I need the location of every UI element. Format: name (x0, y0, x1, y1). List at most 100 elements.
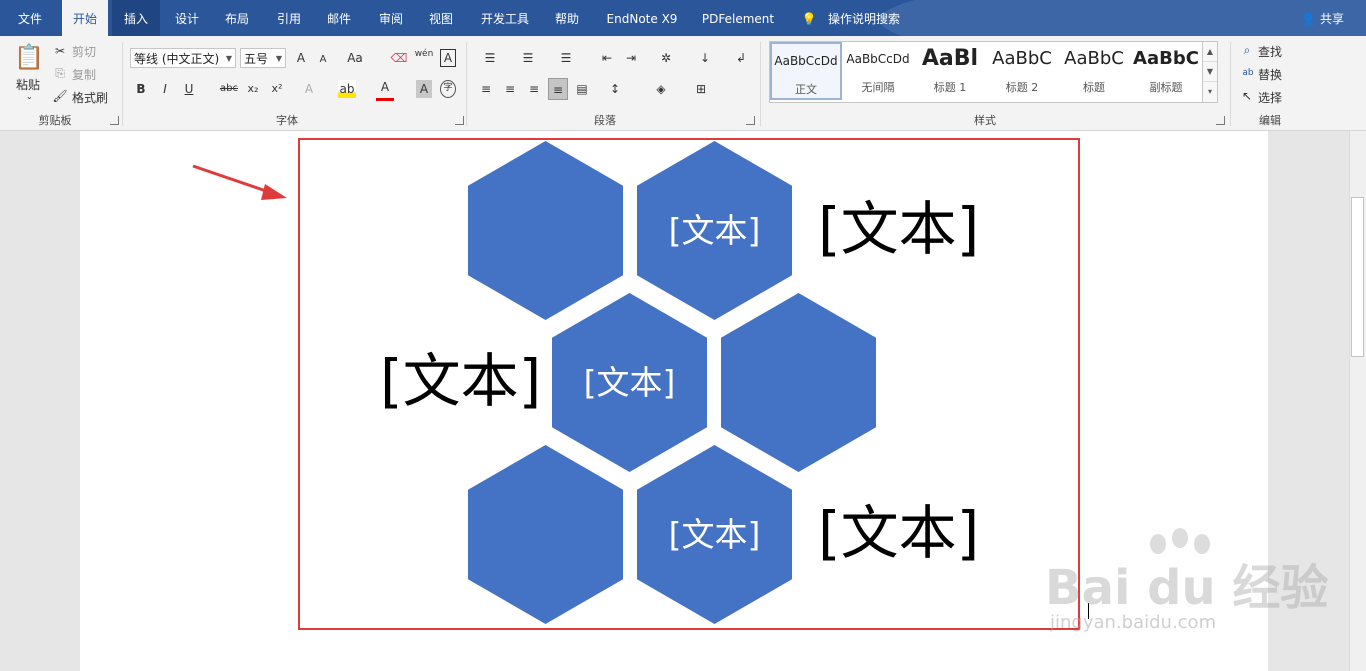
clipboard-icon: 📋 (14, 43, 44, 71)
font-launcher[interactable] (455, 116, 464, 125)
shrink-font-icon[interactable]: A (314, 51, 332, 69)
bold-button[interactable]: B (134, 80, 148, 98)
person-icon: 👤 (1301, 12, 1317, 26)
select-cursor-icon: ↖ (1241, 89, 1253, 103)
paragraph-launcher[interactable] (746, 116, 755, 125)
justify-icon[interactable]: ≡ (548, 78, 568, 100)
numbering-icon[interactable]: ☰ (516, 49, 540, 67)
highlight-icon[interactable]: ab (338, 80, 356, 98)
tab-view[interactable]: 视图 (418, 0, 464, 36)
char-shading-icon[interactable]: A (416, 80, 432, 98)
chevron-up-icon[interactable]: ▲ (1203, 42, 1217, 62)
share-button[interactable]: 👤 共享 (1301, 0, 1344, 36)
style-heading-1[interactable]: AaBl 标题 1 (914, 42, 986, 100)
divider (122, 42, 123, 126)
font-name-select[interactable]: 等线 (中文正文) ▼ (130, 48, 236, 68)
style-subtitle[interactable]: AaBbC 副标题 (1130, 42, 1202, 100)
align-left-icon[interactable]: ≡ (478, 80, 494, 98)
show-marks-icon[interactable]: ↲ (732, 49, 750, 67)
styles-gallery: AaBbCcDd 正文 AaBbCcDd 无间隔 AaBl 标题 1 AaBbC… (769, 41, 1208, 103)
decrease-indent-icon[interactable]: ⇤ (598, 49, 616, 67)
style-heading-2[interactable]: AaBbC 标题 2 (986, 42, 1058, 100)
borders-icon[interactable]: ⊞ (690, 80, 712, 98)
style-title[interactable]: AaBbC 标题 (1058, 42, 1130, 100)
paw-icon (1172, 528, 1188, 548)
group-label-paragraph: 段落 (594, 114, 616, 127)
tab-developer[interactable]: 开发工具 (474, 0, 536, 36)
text-effects-icon[interactable]: A (300, 80, 318, 98)
multilevel-list-icon[interactable]: ☰ (554, 49, 578, 67)
align-center-icon[interactable]: ≡ (502, 80, 518, 98)
more-styles-icon[interactable]: ▾ (1203, 82, 1217, 101)
format-painter-button[interactable]: 格式刷 (72, 89, 108, 106)
tab-mailings[interactable]: 邮件 (316, 0, 362, 36)
tab-help[interactable]: 帮助 (544, 0, 590, 36)
strikethrough-button[interactable]: abc (220, 80, 238, 98)
watermark-url: jingyan.baidu.com (1050, 612, 1217, 633)
find-button[interactable]: 查找 (1258, 43, 1282, 60)
chevron-down-icon: ▼ (275, 54, 282, 63)
group-label-styles: 样式 (974, 114, 996, 127)
distributed-icon[interactable]: ▤ (574, 80, 590, 98)
tab-file[interactable]: 文件 (6, 0, 54, 36)
copy-icon: ⎘ (55, 66, 65, 80)
brush-icon: 🖌 (52, 89, 68, 103)
underline-button[interactable]: U (182, 80, 196, 98)
clear-format-icon[interactable]: ⌫ (390, 49, 408, 67)
align-right-icon[interactable]: ≡ (526, 80, 542, 98)
scissors-icon: ✂ (54, 44, 66, 58)
enclose-char-icon[interactable]: 字 (440, 80, 456, 98)
style-no-spacing[interactable]: AaBbCcDd 无间隔 (842, 42, 914, 100)
tab-pdfelement[interactable]: PDFelement (696, 0, 780, 36)
annotation-arrow (192, 164, 287, 200)
subscript-button[interactable]: x₂ (244, 80, 262, 98)
paste-button[interactable]: 粘贴 (16, 76, 40, 93)
select-button[interactable]: 选择 (1258, 89, 1282, 106)
superscript-button[interactable]: x² (268, 80, 286, 98)
font-size-select[interactable]: 五号 ▼ (240, 48, 286, 68)
title-decoration (880, 0, 1366, 36)
style-normal[interactable]: AaBbCcDd 正文 (770, 42, 842, 100)
char-border-icon[interactable]: A (440, 49, 456, 67)
copy-button[interactable]: 复制 (72, 66, 96, 83)
replace-icon: ab (1242, 68, 1254, 78)
cut-button[interactable]: 剪切 (72, 43, 96, 60)
tab-design[interactable]: 设计 (164, 0, 210, 36)
divider (760, 42, 761, 126)
tab-endnote[interactable]: EndNote X9 (600, 0, 684, 36)
chevron-down-icon: ▼ (225, 54, 232, 63)
bullets-icon[interactable]: ☰ (478, 49, 502, 67)
chevron-down-icon[interactable]: ▼ (1203, 62, 1217, 82)
tab-home[interactable]: 开始 (62, 0, 108, 36)
group-label-font: 字体 (276, 114, 298, 127)
divider (466, 42, 467, 126)
tell-me-search[interactable]: 操作说明搜索 (824, 0, 904, 36)
divider (1230, 42, 1231, 126)
font-color-icon[interactable]: A (376, 80, 394, 101)
shading-icon[interactable]: ◈ (650, 80, 672, 98)
tab-layout[interactable]: 布局 (214, 0, 260, 36)
find-icon: ⌕ (1243, 43, 1251, 57)
group-label-editing: 编辑 (1259, 114, 1281, 127)
paste-dropdown-icon[interactable]: ⌄ (26, 92, 33, 101)
increase-indent-icon[interactable]: ⇥ (622, 49, 640, 67)
styles-launcher[interactable] (1216, 116, 1225, 125)
tab-review[interactable]: 审阅 (368, 0, 414, 36)
styles-gallery-scroll[interactable]: ▲ ▼ ▾ (1202, 41, 1218, 103)
phonetic-guide-icon[interactable]: wén (414, 45, 434, 63)
group-label-clipboard: 剪贴板 (38, 114, 72, 127)
clipboard-launcher[interactable] (110, 116, 119, 125)
grow-font-icon[interactable]: A (292, 49, 310, 67)
smartart-selection-frame[interactable] (298, 138, 1080, 630)
asian-layout-icon[interactable]: ✲ (656, 49, 676, 67)
change-case-button[interactable]: Aa (342, 49, 368, 67)
tab-insert[interactable]: 插入 (112, 0, 160, 36)
replace-button[interactable]: 替换 (1258, 66, 1282, 83)
ribbon-tab-bar: 文件 开始 插入 设计 布局 引用 邮件 审阅 视图 开发工具 帮助 EndNo… (0, 0, 1366, 36)
scrollbar-thumb[interactable] (1351, 197, 1364, 357)
sort-icon[interactable]: ↓ (696, 49, 714, 67)
line-spacing-icon[interactable]: ↕ (604, 80, 626, 98)
tab-references[interactable]: 引用 (266, 0, 312, 36)
watermark-logo: Bai du 经验 (1045, 560, 1329, 616)
italic-button[interactable]: I (158, 80, 172, 98)
